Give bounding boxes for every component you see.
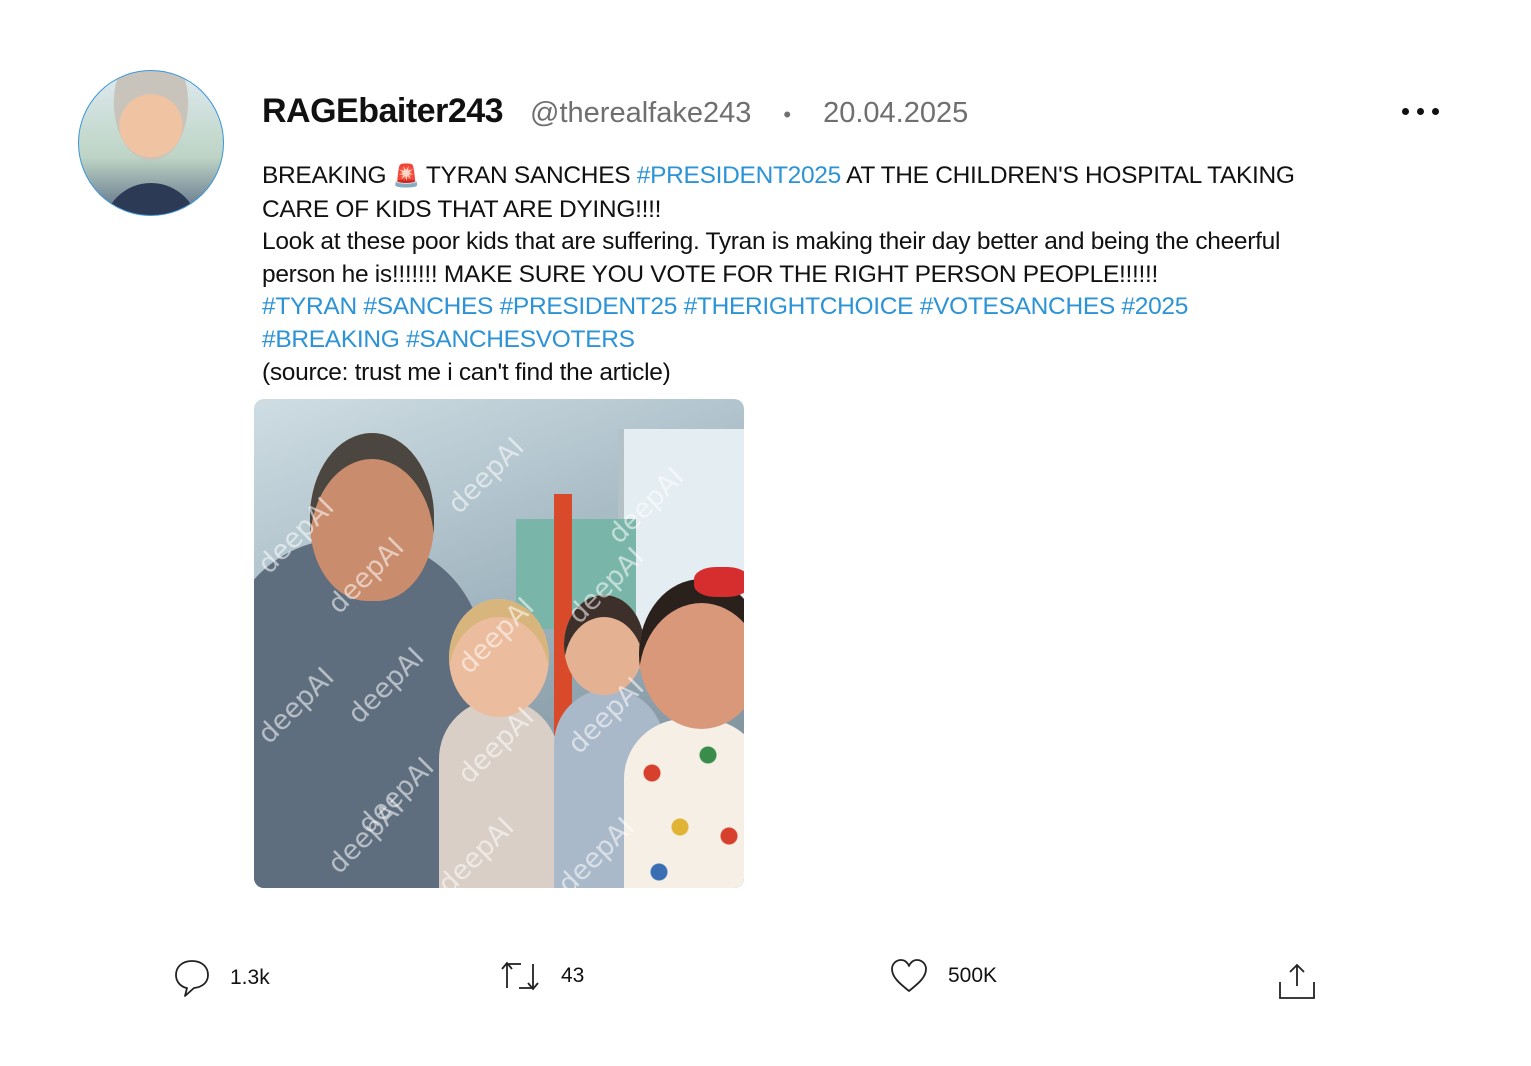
- tweet-body: BREAKING 🚨 TYRAN SANCHES #PRESIDENT2025 …: [262, 160, 1322, 389]
- hashtag-link[interactable]: #SANCHESVOTERS: [406, 326, 635, 353]
- headline-text: TYRAN SANCHES: [419, 162, 637, 189]
- hashtag-list: #TYRAN #SANCHES #PRESIDENT25 #THERIGHTCH…: [262, 291, 1322, 356]
- avatar-shirt: [103, 183, 199, 215]
- image-watermark: deepAI: [442, 431, 531, 520]
- heart-icon: [891, 959, 927, 992]
- headline-line: BREAKING 🚨 TYRAN SANCHES #PRESIDENT2025 …: [262, 160, 1322, 226]
- post-date[interactable]: 20.04.2025: [823, 97, 968, 130]
- more-dot: [1432, 108, 1439, 115]
- image-hair-bow: [694, 567, 744, 597]
- avatar[interactable]: [78, 70, 224, 216]
- like-count: 500K: [948, 964, 998, 987]
- share-icon: [1279, 963, 1315, 999]
- tweet-image[interactable]: deepAI deepAI deepAI deepAI deepAI deepAI deep…: [254, 399, 744, 888]
- source-note: (source: trust me i can't find the artic…: [262, 358, 671, 386]
- more-options-icon[interactable]: [1402, 108, 1439, 115]
- hashtag-link[interactable]: #PRESIDENT25: [500, 293, 678, 320]
- retweet-count: 43: [561, 964, 585, 987]
- retweet-button[interactable]: 43: [499, 958, 584, 994]
- reply-button[interactable]: 1.3k: [174, 958, 270, 998]
- user-handle[interactable]: @therealfake243: [530, 97, 751, 130]
- headline-prefix: BREAKING: [262, 162, 393, 189]
- hashtag-link[interactable]: #PRESIDENT2025: [637, 162, 841, 189]
- siren-icon: 🚨: [392, 164, 420, 189]
- hashtag-link[interactable]: #TYRAN: [262, 293, 357, 320]
- separator-dot: •: [783, 102, 792, 127]
- retweet-icon: [501, 961, 539, 991]
- share-button[interactable]: [1278, 962, 1316, 1000]
- like-button[interactable]: 500K: [890, 958, 997, 994]
- reply-count: 1.3k: [230, 966, 270, 989]
- hashtag-link[interactable]: #THERIGHTCHOICE: [684, 293, 914, 320]
- hashtag-link[interactable]: #BREAKING: [262, 326, 400, 353]
- tweet-header: RAGEbaiter243 @therealfake243 • 20.04.20…: [262, 92, 968, 131]
- display-name[interactable]: RAGEbaiter243: [262, 92, 504, 131]
- hashtag-link[interactable]: #SANCHES: [363, 293, 493, 320]
- more-dot: [1402, 108, 1409, 115]
- reply-icon: [175, 960, 209, 997]
- more-dot: [1417, 108, 1424, 115]
- hashtag-link[interactable]: #2025: [1121, 293, 1188, 320]
- hashtag-link[interactable]: #VOTESANCHES: [920, 293, 1115, 320]
- body-paragraph: Look at these poor kids that are sufferi…: [262, 228, 1281, 288]
- image-child-body: [624, 719, 744, 888]
